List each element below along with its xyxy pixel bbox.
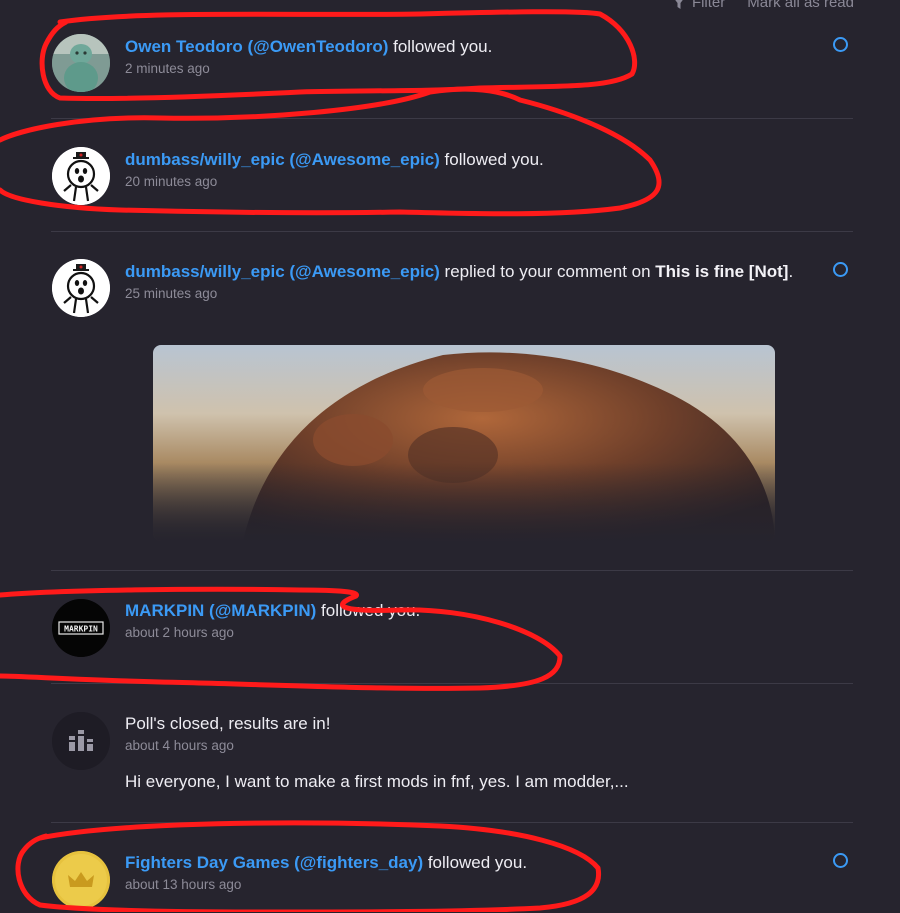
- timestamp: about 2 hours ago: [125, 625, 234, 640]
- notification-item[interactable]: Owen Teodoro (@OwenTeodoro) followed you…: [51, 0, 853, 119]
- markpin-avatar-text: MARKPIN: [64, 625, 98, 634]
- willy-avatar-image: [52, 259, 110, 317]
- user-link[interactable]: Fighters Day Games (@fighters_day): [125, 853, 423, 872]
- avatar[interactable]: [52, 34, 110, 92]
- action-suffix: .: [788, 262, 794, 281]
- avatar: [52, 712, 110, 770]
- owen-avatar-image: [52, 34, 110, 92]
- avatar[interactable]: [52, 147, 110, 205]
- action-text: followed you.: [388, 37, 493, 56]
- notification-text: dumbass/willy_epic (@Awesome_epic) follo…: [125, 146, 803, 173]
- notification-text: Fighters Day Games (@fighters_day) follo…: [125, 849, 803, 876]
- timestamp: 2 minutes ago: [125, 61, 210, 76]
- poll-title[interactable]: Poll's closed, results are in!: [125, 710, 803, 737]
- notification-item[interactable]: MARKPIN MARKPIN (@MARKPIN) followed you.…: [51, 571, 853, 684]
- timestamp: about 13 hours ago: [125, 877, 242, 892]
- notification-feed: Owen Teodoro (@OwenTeodoro) followed you…: [51, 0, 853, 913]
- poll-excerpt[interactable]: Hi everyone, I want to make a first mods…: [125, 772, 803, 792]
- notification-item[interactable]: dumbass/willy_epic (@Awesome_epic) repli…: [51, 232, 853, 571]
- unread-indicator[interactable]: [833, 262, 848, 277]
- timestamp: 25 minutes ago: [125, 286, 218, 301]
- avatar[interactable]: [52, 259, 110, 317]
- user-link[interactable]: dumbass/willy_epic (@Awesome_epic): [125, 150, 440, 169]
- user-link[interactable]: Owen Teodoro (@OwenTeodoro): [125, 37, 388, 56]
- unread-indicator[interactable]: [833, 37, 848, 52]
- user-link[interactable]: MARKPIN (@MARKPIN): [125, 601, 316, 620]
- notification-text: Owen Teodoro (@OwenTeodoro) followed you…: [125, 33, 803, 60]
- bear-photo-image: [153, 345, 775, 541]
- avatar[interactable]: [52, 851, 110, 909]
- notification-text: dumbass/willy_epic (@Awesome_epic) repli…: [125, 258, 803, 285]
- action-text: followed you.: [439, 150, 544, 169]
- action-text: followed you.: [316, 601, 421, 620]
- action-text: followed you.: [423, 853, 528, 872]
- markpin-avatar-image: MARKPIN: [52, 599, 110, 657]
- poll-icon: [52, 712, 110, 770]
- unread-indicator[interactable]: [833, 853, 848, 868]
- notification-item[interactable]: dumbass/willy_epic (@Awesome_epic) follo…: [51, 119, 853, 232]
- timestamp: about 4 hours ago: [125, 738, 234, 753]
- notification-item[interactable]: Fighters Day Games (@fighters_day) follo…: [51, 823, 853, 913]
- timestamp: 20 minutes ago: [125, 174, 218, 189]
- notification-text: MARKPIN (@MARKPIN) followed you.: [125, 597, 803, 624]
- comment-image-preview[interactable]: [153, 345, 775, 541]
- notification-item[interactable]: Poll's closed, results are in! about 4 h…: [51, 684, 853, 823]
- willy-avatar-image: [52, 147, 110, 205]
- post-link[interactable]: This is fine [Not]: [655, 262, 788, 281]
- avatar[interactable]: MARKPIN: [52, 599, 110, 657]
- crown-avatar-image: [52, 851, 110, 909]
- action-text: replied to your comment on: [439, 262, 656, 281]
- user-link[interactable]: dumbass/willy_epic (@Awesome_epic): [125, 262, 440, 281]
